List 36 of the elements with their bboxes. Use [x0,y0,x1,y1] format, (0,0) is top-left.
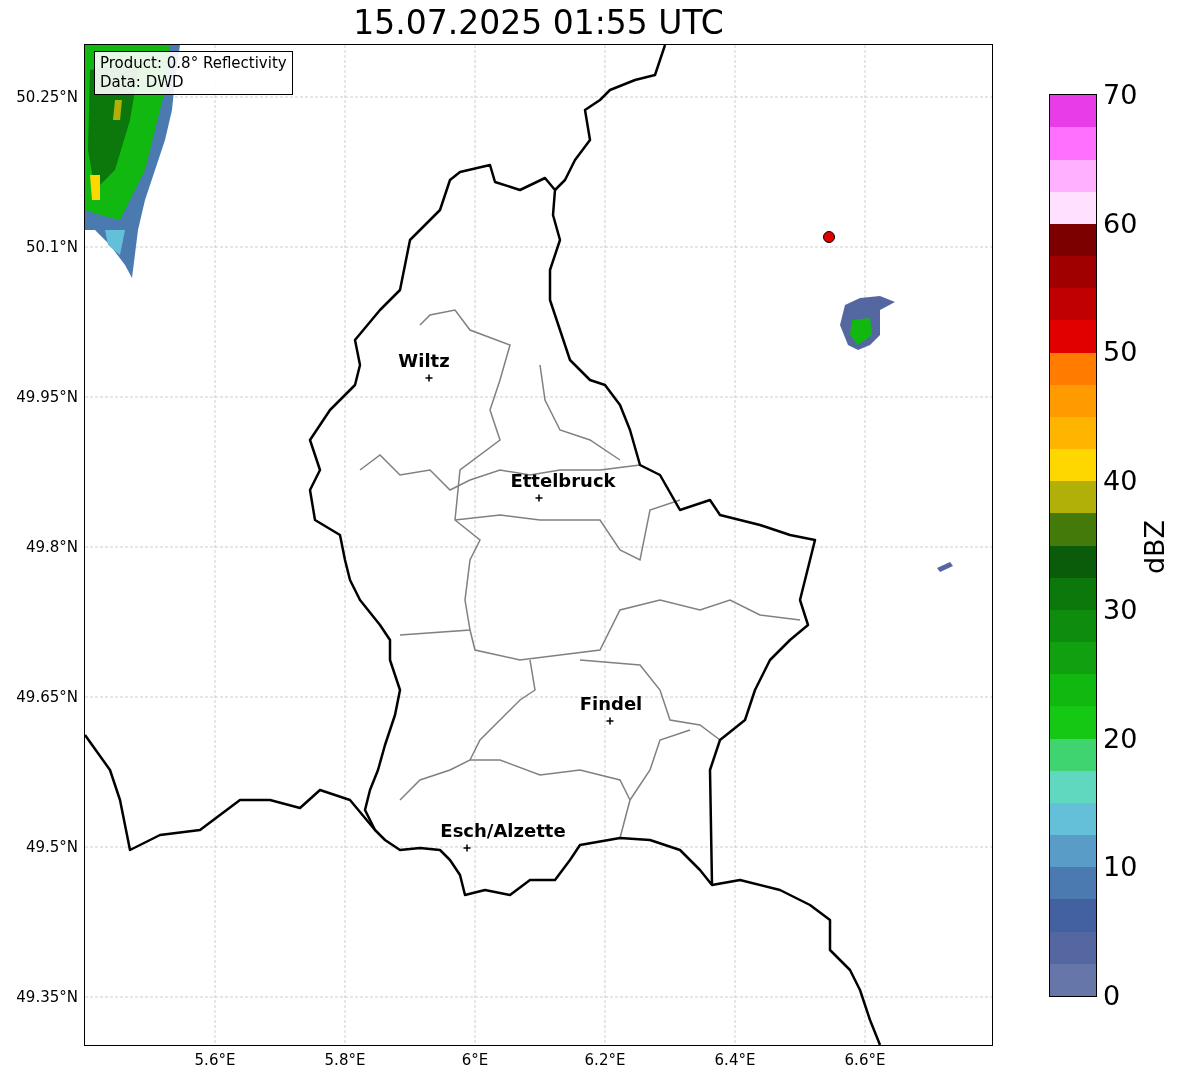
latitude-tick-label: 49.65°N [16,688,78,706]
longitude-tick-label: 5.6°E [193,1051,237,1069]
chart-title: 15.07.2025 01:55 UTC [353,2,724,43]
latitude-tick-label: 49.35°N [16,988,78,1006]
city-marker [462,843,472,853]
radar-echo-drawing [937,562,953,572]
info-text: Data: DWD [100,73,185,92]
city-label: Wiltz [398,350,450,371]
city-label: Ettelbruck [510,470,616,491]
colorbar-tick-label: 50 [1103,336,1138,369]
longitude-tick-label: 6.6°E [843,1051,887,1069]
city-marker [605,716,615,726]
colorbar-tick-label: 10 [1103,851,1138,884]
longitude-tick-label: 6°E [460,1051,490,1069]
colorbar-tick-label: 0 [1103,980,1121,1012]
info-text: Product: 0.8° Reflectivity [100,54,287,73]
latitude-tick-label: 49.8°N [25,538,78,556]
longitude-tick-label: 6.2°E [583,1051,627,1069]
city-label: Findel [579,693,643,714]
city-marker [424,373,434,383]
colorbar-tick-label: 60 [1103,207,1138,240]
longitude-tick-label: 6.4°E [713,1051,757,1069]
colorbar-tick-label: 70 [1103,79,1138,111]
radar-echo-drawing [840,296,895,350]
latitude-tick-label: 49.95°N [16,388,78,406]
colorbar-tick-label: 30 [1103,593,1138,626]
latitude-tick-label: 49.5°N [25,838,78,856]
colorbar-label: dBZ [1139,519,1172,575]
longitude-tick-label: 5.8°E [323,1051,367,1069]
colorbar-tick-label: 20 [1103,722,1138,755]
latitude-tick-label: 50.25°N [16,88,78,106]
latitude-tick-label: 50.1°N [25,238,78,256]
colorbar-tick-label: 40 [1103,465,1138,498]
city-marker [534,493,544,503]
radar-site-marker [823,231,835,243]
city-label: Esch/Alzette [440,820,566,841]
